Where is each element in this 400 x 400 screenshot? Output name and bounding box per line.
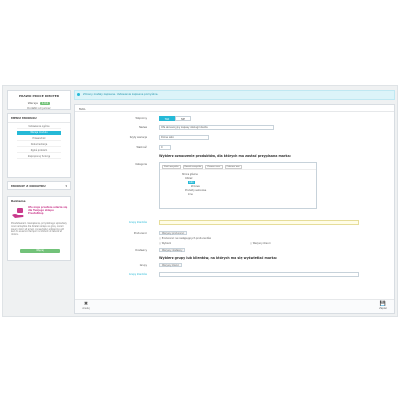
- priority-input[interactable]: 0: [159, 145, 171, 150]
- category-tree[interactable]: Zwiń wszystko Rozwiń wszystko Zaznacz ws…: [159, 162, 317, 209]
- customer-groups-label: Grupy klientów: [128, 221, 147, 224]
- menu-item-suggest[interactable]: Zaproponuj funkcję: [17, 155, 61, 159]
- menu-item-report[interactable]: Zgłoś problem: [17, 149, 61, 153]
- module-header-panel: PRAWO PROCE KMOTER Wersja 1.0.0 Dodatki …: [7, 90, 71, 110]
- enabled-label: Włączony: [135, 117, 147, 120]
- tree-node[interactable]: Zimowe: [191, 185, 200, 188]
- name-label: Nazwa: [139, 126, 147, 129]
- groups-button[interactable]: Wszyscy klienci: [159, 263, 183, 267]
- tree-node[interactable]: Produkty sezonowe: [185, 189, 206, 192]
- settings-card: MAIL Włączony TAK NIE Nazwa Ofe akcesory…: [74, 104, 395, 314]
- categories-label: Kategorie: [135, 163, 148, 166]
- info-icon: [77, 93, 80, 96]
- producers-option[interactable]: Wybierz: [159, 242, 171, 245]
- other-modules-title: MODUŁY Z DODATKU: [11, 184, 46, 188]
- version-label: Wersja: [27, 101, 38, 105]
- sidebar: PRAWO PROCE KMOTER Wersja 1.0.0 Dodatki …: [7, 90, 71, 314]
- promo-title: Reklama: [11, 199, 26, 203]
- tree-node-selected[interactable]: Lato: [188, 181, 195, 184]
- save-label: Zapisz: [379, 307, 387, 310]
- success-alert: Zmiany zostały zapisane. Ustawienia zapi…: [74, 90, 395, 100]
- module-config-frame: PRAWO PROCE KMOTER Wersja 1.0.0 Dodatki …: [2, 85, 398, 317]
- cancel-button[interactable]: ✖ Anuluj: [79, 302, 93, 311]
- tree-node[interactable]: Strona główna: [182, 173, 198, 176]
- section-groups-title: Wybierz grupy lub klientów, na których m…: [159, 256, 278, 260]
- variant-label: Szyty wariacja: [129, 136, 147, 139]
- section-products-title: Wybierz oznaczenie produktów, dla któryc…: [159, 154, 292, 158]
- alert-text: Zmiany zostały zapisane. Ustawienia zapi…: [83, 93, 159, 96]
- tree-toolbar: Zwiń wszystko Rozwiń wszystko Zaznacz ws…: [160, 163, 316, 170]
- chevron-down-icon[interactable]: ▾: [65, 184, 67, 188]
- producers-label: Producenci: [133, 232, 147, 235]
- module-title: PRAWO PROCE KMOTER: [18, 94, 60, 98]
- producers-option-right[interactable]: Wszyscy klienci: [250, 242, 271, 245]
- toggle-yes[interactable]: TAK: [159, 116, 175, 121]
- module-subtitle: Dodatki od juriner: [27, 107, 51, 110]
- menu-item-guide[interactable]: Przewodnik: [17, 137, 61, 141]
- promo-heading: Ofe moje prostsze udarza się dla Twojego…: [28, 206, 68, 215]
- main-content: Zmiany zostały zapisane. Ustawienia zapi…: [74, 90, 395, 314]
- customers-input[interactable]: [159, 272, 359, 277]
- variant-value: Dolne Lato: [161, 136, 174, 139]
- enabled-toggle[interactable]: TAK NIE: [159, 116, 191, 121]
- menu-item-general[interactable]: Ustawienia ogólne: [17, 125, 61, 129]
- version-badge: 1.0.0: [39, 101, 51, 105]
- promo-panel: Reklama Ofe moje prostsze udarza się dla…: [7, 196, 71, 261]
- tree-expand-button[interactable]: Rozwiń wszystko: [182, 165, 204, 169]
- other-modules-panel[interactable]: MODUŁY Z DODATKU ▾: [7, 181, 71, 190]
- customers-label: Grupy klientów: [128, 273, 147, 276]
- suppliers-button[interactable]: Wszyscy dostawcy: [159, 248, 186, 252]
- save-button[interactable]: 💾 Zapisz: [376, 302, 390, 311]
- promo-text: Przedstawiam rozwiązania, przydatnego sp…: [11, 222, 67, 237]
- priority-label: Ważność: [136, 146, 147, 149]
- tree-node[interactable]: Inne: [188, 193, 193, 196]
- groups-label: Grupy: [139, 264, 147, 267]
- cancel-label: Anuluj: [82, 307, 90, 310]
- toggle-no[interactable]: NIE: [175, 116, 191, 121]
- form-footer: ✖ Anuluj 💾 Zapisz: [75, 299, 394, 313]
- tree-check-all-button[interactable]: Zaznacz wsz.: [205, 165, 223, 169]
- tree-uncheck-all-button[interactable]: Odznacz wsz.: [224, 165, 243, 169]
- producers-button[interactable]: Wszyscy producenci: [159, 231, 188, 235]
- tree-collapse-button[interactable]: Zwiń wszystko: [162, 165, 181, 169]
- promo-button[interactable]: Więcej: [20, 249, 60, 253]
- customer-groups-input[interactable]: [159, 220, 359, 225]
- producers-option[interactable]: Producenci na następujących producentów: [159, 237, 211, 240]
- module-menu-panel: MENU MODUŁU Ustawienia ogólne Wersja mod…: [7, 113, 71, 178]
- tree-node[interactable]: Odzież: [185, 177, 192, 180]
- suppliers-label: Dostawcy: [135, 249, 147, 252]
- card-title: MAIL: [75, 105, 394, 112]
- name-input[interactable]: Ofe akcesoryjny zapasy obsługi klienta: [159, 125, 274, 130]
- menu-item-docs[interactable]: Dokumentacja: [17, 143, 61, 147]
- variant-select[interactable]: Dolne Lato: [159, 135, 209, 140]
- menu-item-version[interactable]: Wersja modułu: [17, 131, 61, 135]
- hand-cart-icon: [12, 208, 24, 218]
- menu-title: MENU MODUŁU: [8, 114, 70, 123]
